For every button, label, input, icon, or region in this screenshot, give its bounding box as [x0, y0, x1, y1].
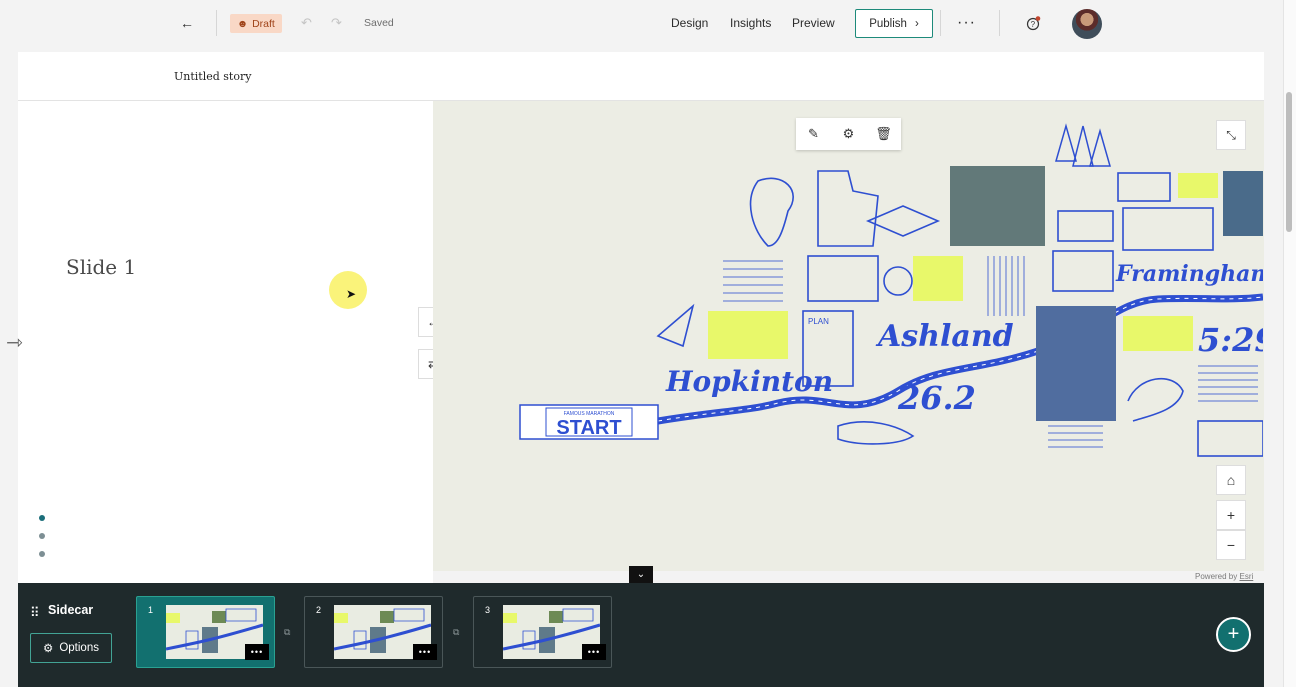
- duplicate-icon[interactable]: ⧉: [453, 627, 459, 638]
- boston-marathon-illustration: FAMOUS MARATHON START Hopkinton Ashland …: [519, 123, 1263, 457]
- svg-text:Hopkinton: Hopkinton: [665, 365, 833, 398]
- more-horizontal-icon[interactable]: ···: [957, 0, 976, 46]
- svg-text:?: ?: [1031, 20, 1036, 29]
- divider: [940, 10, 941, 36]
- slide-title[interactable]: Slide 1: [66, 255, 136, 279]
- nav-preview[interactable]: Preview: [792, 0, 835, 46]
- nav-design[interactable]: Design: [671, 0, 708, 46]
- slide-more-button[interactable]: •••: [582, 644, 606, 660]
- slide-card[interactable]: 2 •••: [304, 596, 443, 668]
- svg-text:PLAN: PLAN: [808, 317, 829, 326]
- divider: [999, 10, 1000, 36]
- home-icon[interactable]: ⌂: [1216, 465, 1246, 495]
- story-header: Untitled story: [18, 52, 1264, 101]
- top-bar: ← ☻ Draft ↶ ↷ Saved Design Insights Prev…: [0, 0, 1283, 46]
- svg-text:Framingham: Framingham: [1115, 261, 1263, 287]
- save-status: Saved: [364, 17, 394, 29]
- back-arrow-icon[interactable]: ←: [180, 0, 194, 46]
- options-button[interactable]: ⚙ Options: [30, 633, 112, 663]
- help-icon[interactable]: ?: [1026, 0, 1042, 46]
- slide-card[interactable]: 3 •••: [473, 596, 612, 668]
- svg-text:START: START: [556, 417, 621, 439]
- slide-card[interactable]: 1 •••: [136, 596, 275, 668]
- map-attribution: Powered by Esri: [1195, 572, 1254, 581]
- person-icon: ☻: [237, 17, 249, 30]
- slide-more-button[interactable]: •••: [413, 644, 437, 660]
- slide-dot[interactable]: [39, 515, 45, 521]
- divider: [216, 10, 217, 36]
- scrollbar-thumb[interactable]: [1286, 92, 1292, 232]
- slide-dot[interactable]: [39, 533, 45, 539]
- next-arrow-icon[interactable]: ⇾: [6, 330, 23, 355]
- avatar[interactable]: [1072, 9, 1102, 39]
- zoom-in-button[interactable]: +: [1216, 500, 1246, 530]
- media-panel[interactable]: ✎ ⚙ 🗑 ⤡ FAMOUS MARATHON START Hopkinton …: [433, 101, 1264, 571]
- zoom-out-button[interactable]: −: [1216, 530, 1246, 560]
- nav-insights[interactable]: Insights: [730, 0, 771, 46]
- slide-nav-dots: [39, 515, 45, 569]
- svg-text:26.2: 26.2: [897, 379, 976, 417]
- slide-more-button[interactable]: •••: [245, 644, 269, 660]
- publish-button[interactable]: Publish ›: [855, 9, 933, 38]
- slide-dot[interactable]: [39, 551, 45, 557]
- status-badge: ☻ Draft: [230, 14, 282, 33]
- mouse-cursor-icon: ➤: [346, 287, 357, 301]
- svg-text:5:29: 5:29: [1198, 321, 1263, 359]
- duplicate-icon[interactable]: ⧉: [284, 627, 290, 638]
- gear-icon: ⚙: [43, 643, 54, 655]
- chevron-down-icon[interactable]: ⌄: [629, 566, 653, 583]
- redo-icon[interactable]: ↷: [331, 0, 342, 46]
- chevron-right-icon: ›: [914, 17, 919, 30]
- undo-icon[interactable]: ↶: [301, 0, 312, 46]
- narrative-panel: Slide 1 ➤: [18, 101, 433, 583]
- add-slide-button[interactable]: +: [1216, 617, 1251, 652]
- svg-text:Ashland: Ashland: [875, 319, 1014, 354]
- drag-handle-icon[interactable]: ⠿: [30, 605, 40, 621]
- sidecar-tray: ⠿ Sidecar ⚙ Options 1 ••• ⧉ 2 ••• ⧉ 3 ••…: [18, 583, 1264, 687]
- story-title[interactable]: Untitled story: [174, 70, 251, 83]
- tray-title: Sidecar: [48, 603, 94, 617]
